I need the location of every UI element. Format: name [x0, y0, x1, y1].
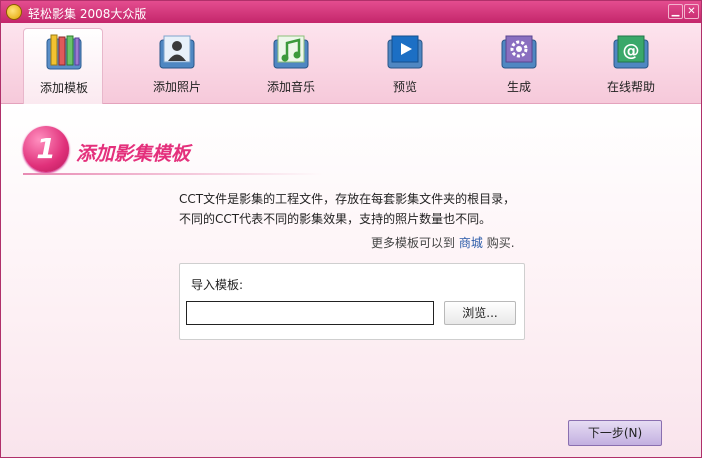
photo-icon	[159, 35, 195, 69]
description-line-1: CCT文件是影集的工程文件，存放在每套影集文件夹的根目录，	[179, 192, 516, 206]
tool-label: 预览	[392, 80, 417, 94]
tool-preview[interactable]: 预览	[365, 28, 445, 102]
template-icon	[46, 34, 82, 70]
tool-online-help[interactable]: @ 在线帮助	[591, 28, 671, 102]
more-prefix: 更多模板可以到	[371, 236, 456, 250]
app-logo-icon	[6, 4, 22, 20]
step-number: 1	[36, 132, 56, 165]
app-window: 轻松影集 2008大众版 ▁ ✕ 添加模板 添加照片 添加音乐 预览 生成 @ …	[0, 0, 702, 458]
description-line-2: 不同的CCT代表不同的影集效果，支持的照片数量也不同。	[179, 212, 492, 226]
store-link[interactable]: 商城	[459, 236, 483, 250]
window-title: 轻松影集 2008大众版	[28, 7, 147, 21]
tool-add-photo[interactable]: 添加照片	[137, 28, 217, 102]
generate-icon	[501, 35, 537, 69]
import-template-label: 导入模板:	[191, 278, 244, 292]
tool-label: 在线帮助	[606, 80, 655, 94]
svg-text:@: @	[623, 41, 640, 61]
step-number-badge: 1	[23, 126, 69, 172]
main-toolbar: 添加模板 添加照片 添加音乐 预览 生成 @ 在线帮助	[1, 23, 701, 104]
tool-label: 添加模板	[39, 81, 88, 95]
template-path-input[interactable]	[186, 301, 434, 325]
tool-label: 添加音乐	[266, 80, 315, 94]
step-divider	[23, 173, 323, 175]
help-icon: @	[613, 35, 649, 69]
tool-add-template[interactable]: 添加模板	[23, 28, 103, 104]
content-area: 1 添加影集模板 CCT文件是影集的工程文件，存放在每套影集文件夹的根目录， 不…	[1, 104, 701, 457]
more-templates-note: 更多模板可以到 商城 购买.	[371, 234, 515, 251]
minimize-button[interactable]: ▁	[668, 4, 683, 19]
preview-icon	[387, 35, 423, 69]
music-icon	[273, 35, 309, 69]
import-template-panel: 导入模板: 浏览...	[179, 263, 525, 340]
tool-add-music[interactable]: 添加音乐	[251, 28, 331, 102]
close-button[interactable]: ✕	[684, 4, 699, 19]
title-bar[interactable]: 轻松影集 2008大众版 ▁ ✕	[1, 1, 701, 23]
step-title: 添加影集模板	[76, 143, 191, 165]
browse-button[interactable]: 浏览...	[444, 301, 516, 325]
tool-label: 生成	[506, 80, 531, 94]
next-step-button[interactable]: 下一步(N)	[568, 420, 662, 446]
more-suffix: 购买.	[486, 236, 515, 250]
tool-generate[interactable]: 生成	[479, 28, 559, 102]
description: CCT文件是影集的工程文件，存放在每套影集文件夹的根目录， 不同的CCT代表不同…	[179, 189, 529, 229]
tool-label: 添加照片	[152, 80, 201, 94]
